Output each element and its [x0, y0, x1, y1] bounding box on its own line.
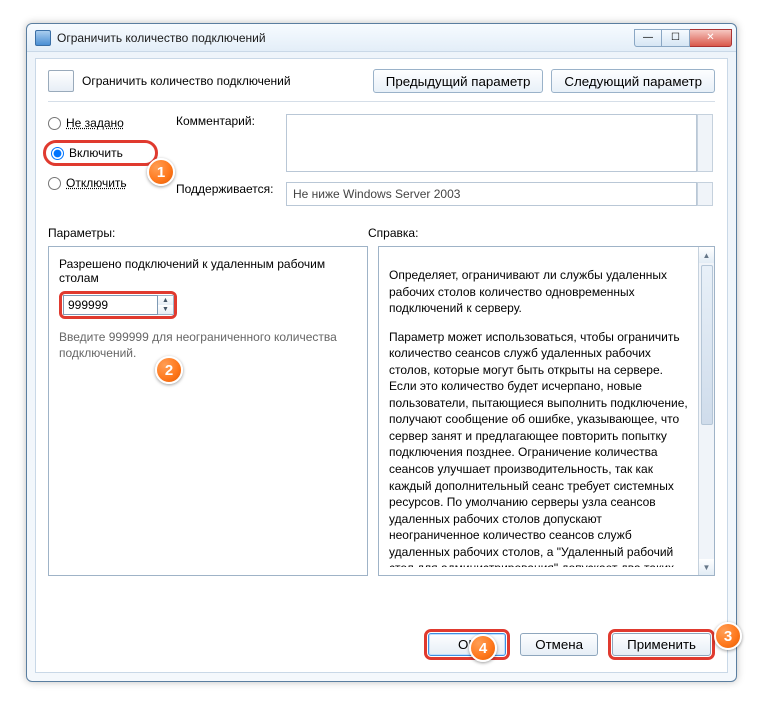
- state-radios: Не задано Включить Отключить: [48, 114, 158, 206]
- spinner[interactable]: ▲ ▼: [158, 295, 174, 315]
- policy-icon: [48, 70, 74, 92]
- radio-not-configured[interactable]: Не задано: [48, 116, 158, 130]
- scroll-up-icon[interactable]: ▲: [699, 247, 714, 263]
- params-panel: Разрешено подключений к удаленным рабочи…: [48, 246, 368, 576]
- client-area: Ограничить количество подключений Предыд…: [35, 58, 728, 673]
- maximize-button[interactable]: ☐: [662, 29, 690, 47]
- spinner-down-icon[interactable]: ▼: [158, 305, 173, 314]
- radio-enabled-highlight: Включить: [43, 140, 158, 166]
- window-controls: — ☐ ✕: [634, 29, 732, 47]
- help-p1: Определяет, ограничивают ли службы удале…: [389, 267, 692, 317]
- spinner-up-icon[interactable]: ▲: [158, 296, 173, 305]
- policy-title: Ограничить количество подключений: [82, 74, 365, 88]
- header: Ограничить количество подключений Предыд…: [36, 59, 727, 101]
- titlebar[interactable]: Ограничить количество подключений — ☐ ✕: [27, 24, 736, 52]
- radio-disabled[interactable]: Отключить: [48, 176, 158, 190]
- apply-button[interactable]: Применить: [612, 633, 711, 656]
- help-text: Определяет, ограничивают ли службы удале…: [389, 255, 692, 567]
- comment-label: Комментарий:: [176, 114, 286, 128]
- connections-input[interactable]: [63, 295, 158, 315]
- radio-disabled-input[interactable]: [48, 177, 61, 190]
- comment-scrollbar[interactable]: [697, 114, 713, 172]
- app-icon: [35, 30, 51, 46]
- next-setting-button[interactable]: Следующий параметр: [551, 69, 715, 93]
- state-area: Не задано Включить Отключить Комментарий…: [36, 102, 727, 212]
- footer: ОК Отмена Применить: [36, 617, 727, 672]
- scroll-down-icon[interactable]: ▼: [699, 559, 714, 575]
- callout-4: 4: [469, 634, 497, 662]
- fields: Комментарий: Поддерживается: Не ниже Win…: [176, 114, 715, 206]
- cancel-button[interactable]: Отмена: [520, 633, 598, 656]
- scroll-thumb[interactable]: [701, 265, 713, 425]
- prev-setting-button[interactable]: Предыдущий параметр: [373, 69, 544, 93]
- help-p2: Параметр может использоваться, чтобы огр…: [389, 329, 692, 567]
- supported-scrollbar[interactable]: [697, 182, 713, 206]
- callout-2: 2: [155, 356, 183, 384]
- params-heading: Параметры:: [48, 226, 368, 240]
- radio-disabled-label: Отключить: [66, 176, 127, 190]
- help-heading: Справка:: [368, 226, 418, 240]
- param-label: Разрешено подключений к удаленным рабочи…: [59, 257, 357, 285]
- comment-box[interactable]: [286, 114, 697, 172]
- panels: Разрешено подключений к удаленным рабочи…: [36, 246, 727, 576]
- dialog-window: Ограничить количество подключений — ☐ ✕ …: [26, 23, 737, 682]
- supported-box: Не ниже Windows Server 2003: [286, 182, 697, 206]
- radio-not-configured-label: Не задано: [66, 116, 124, 130]
- param-hint: Введите 999999 для неограниченного колич…: [59, 329, 357, 361]
- minimize-button[interactable]: —: [634, 29, 662, 47]
- ok-highlight: ОК: [424, 629, 510, 660]
- window-title: Ограничить количество подключений: [57, 31, 634, 45]
- help-scrollbar[interactable]: ▲ ▼: [698, 247, 714, 575]
- radio-enabled-input[interactable]: [51, 147, 64, 160]
- apply-highlight: Применить: [608, 629, 715, 660]
- callout-1: 1: [147, 158, 175, 186]
- radio-enabled-label: Включить: [69, 146, 123, 160]
- section-labels: Параметры: Справка:: [36, 212, 727, 246]
- param-value-highlight: ▲ ▼: [59, 291, 177, 319]
- close-button[interactable]: ✕: [690, 29, 732, 47]
- supported-label: Поддерживается:: [176, 182, 286, 196]
- radio-not-configured-input[interactable]: [48, 117, 61, 130]
- help-panel: Определяет, ограничивают ли службы удале…: [378, 246, 715, 576]
- callout-3: 3: [714, 622, 742, 650]
